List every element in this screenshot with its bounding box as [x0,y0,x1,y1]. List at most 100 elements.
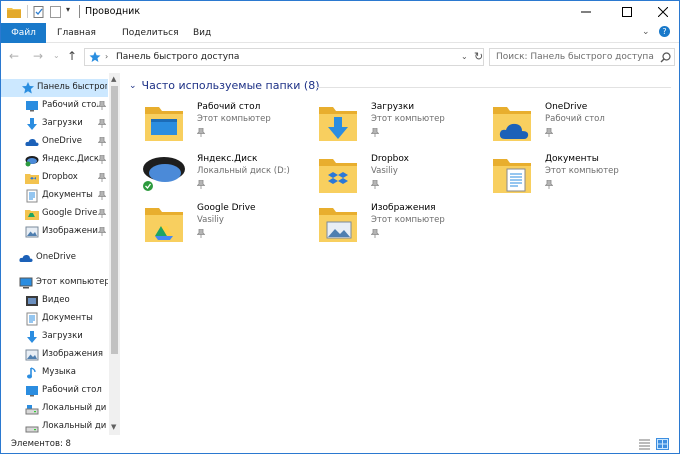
yandex-disk-icon [142,157,185,192]
folder-tile[interactable]: Dropbox Vasiliy [315,153,485,199]
folder-tile[interactable]: Документы Этот компьютер [489,153,659,199]
pin-icon[interactable] [98,209,106,218]
help-icon[interactable]: ? [659,26,670,37]
sidebar-item-label: Рабочий стол [42,385,102,395]
pin-icon[interactable] [197,180,205,189]
sidebar-item-dropbox[interactable]: Dropbox [1,169,108,187]
sidebar-scrollbar[interactable]: ▲ ▼ [109,73,120,435]
group-header[interactable]: ⌄ Часто используемые папки (8) [129,79,320,92]
sidebar-item-onedrive-pinned[interactable]: OneDrive [1,133,108,151]
address-dropdown-icon[interactable]: ⌄ [461,52,468,61]
sidebar-item-local-disk-c[interactable]: Локальный диск [1,400,108,418]
expand-ribbon-icon[interactable]: ⌄ [642,27,650,37]
pin-icon[interactable] [371,180,379,189]
up-arrow-icon[interactable]: ↑ [67,49,77,63]
minimize-button[interactable] [569,1,603,23]
group-title: Часто используемые папки (8) [141,79,320,92]
pin-icon[interactable] [98,173,106,182]
scroll-down-icon[interactable]: ▼ [111,423,116,431]
pictures-folder-icon [319,208,357,242]
onedrive-icon [19,254,33,262]
drive-icon [25,426,39,433]
maximize-button[interactable] [610,1,644,23]
documents-folder-icon [493,159,531,193]
folder-tile[interactable]: Изображения Этот компьютер [315,202,485,248]
sidebar-item-this-pc[interactable]: Этот компьютер [1,274,108,292]
collapse-chevron-icon[interactable]: ⌄ [129,81,137,91]
sidebar-item-quick-access[interactable]: Панель быстрого доступа [1,79,108,97]
pin-icon[interactable] [197,229,205,238]
sidebar-item-downloads[interactable]: Загрузки [1,115,108,133]
sidebar-item-onedrive[interactable]: OneDrive [1,249,108,267]
scroll-up-icon[interactable]: ▲ [111,75,116,83]
onedrive-icon [25,138,39,146]
back-arrow-icon[interactable]: ← [9,49,19,63]
refresh-icon[interactable]: ↻ [474,50,483,63]
pin-icon[interactable] [371,229,379,238]
folder-name: Яндекс.Диск [197,154,258,164]
customize-quick-access-icon[interactable]: ▾ [66,5,70,14]
explorer-window: ▾ Проводник Файл Главная Поделиться Вид … [0,0,680,454]
tab-file[interactable]: Файл [1,23,46,43]
tab-share[interactable]: Поделиться [112,23,189,43]
large-icons-view-icon[interactable] [656,438,669,450]
sidebar-item-pc-pictures[interactable]: Изображения [1,346,108,364]
pin-icon[interactable] [545,180,553,189]
sidebar-item-local-disk-d[interactable]: Локальный диск [1,418,108,435]
folder-location: Рабочий стол [545,114,605,124]
pin-icon[interactable] [371,128,379,137]
search-input[interactable] [496,50,654,64]
folder-location: Vasiliy [371,166,398,176]
folder-icon[interactable] [7,6,21,18]
search-box[interactable] [489,48,675,66]
quick-access-star-icon [22,82,34,94]
search-icon[interactable] [660,52,671,63]
pin-icon[interactable] [98,137,106,146]
forward-arrow-icon[interactable]: → [33,49,43,63]
sidebar-item-pc-downloads[interactable]: Загрузки [1,328,108,346]
properties-icon[interactable] [33,6,45,18]
sidebar-item-label: Локальный диск [42,403,106,413]
sidebar-item-label: Google Drive [42,208,98,218]
pin-icon[interactable] [98,227,106,236]
folder-tile[interactable]: Яндекс.Диск Локальный диск (D:) [141,153,311,199]
sidebar-item-documents[interactable]: Документы [1,187,108,205]
yandex-disk-icon [25,156,39,167]
minimize-icon [581,11,591,13]
sidebar-item-pc-documents[interactable]: Документы [1,310,108,328]
folder-name: Загрузки [371,102,415,112]
tab-view[interactable]: Вид [183,23,221,43]
tab-home[interactable]: Главная [47,23,106,43]
recent-locations-icon[interactable]: ⌄ [53,51,60,60]
sidebar-item-pc-desktop[interactable]: Рабочий стол [1,382,108,400]
pin-icon[interactable] [98,155,106,164]
folder-tile[interactable]: Загрузки Этот компьютер [315,101,485,147]
details-view-icon[interactable] [638,438,651,450]
title-separator [79,5,80,18]
navigation-bar: ← → ⌄ ↑ › Панель быстрого доступа ⌄ ↻ [1,44,679,70]
downloads-folder-icon [319,107,357,141]
pin-icon[interactable] [197,128,205,137]
folder-tile[interactable]: Google Drive Vasiliy [141,202,311,248]
sidebar-item-music[interactable]: Музыка [1,364,108,382]
sidebar-item-desktop[interactable]: Рабочий стол [1,97,108,115]
sidebar-item-label: Документы [42,313,93,323]
address-bar[interactable]: › Панель быстрого доступа ⌄ ↻ [84,48,484,66]
folder-tile[interactable]: OneDrive Рабочий стол [489,101,659,147]
sidebar-item-google-drive[interactable]: Google Drive [1,205,108,223]
pin-icon[interactable] [545,128,553,137]
folder-name: Документы [545,154,599,164]
sidebar-item-pictures[interactable]: Изображения [1,223,108,241]
pin-icon[interactable] [98,191,106,200]
breadcrumb-chevron-icon[interactable]: › [105,52,108,61]
pin-icon[interactable] [98,101,106,110]
sidebar-item-video[interactable]: Видео [1,292,108,310]
breadcrumb[interactable]: Панель быстрого доступа [116,52,239,62]
folder-tile[interactable]: Рабочий стол Этот компьютер [141,101,311,147]
quick-access-separator [27,5,28,18]
scrollbar-thumb[interactable] [111,86,118,354]
pin-icon[interactable] [98,119,106,128]
sidebar-item-yandex-disk[interactable]: Яндекс.Диск [1,151,108,169]
close-button[interactable] [646,1,680,23]
new-folder-icon[interactable] [50,6,61,18]
